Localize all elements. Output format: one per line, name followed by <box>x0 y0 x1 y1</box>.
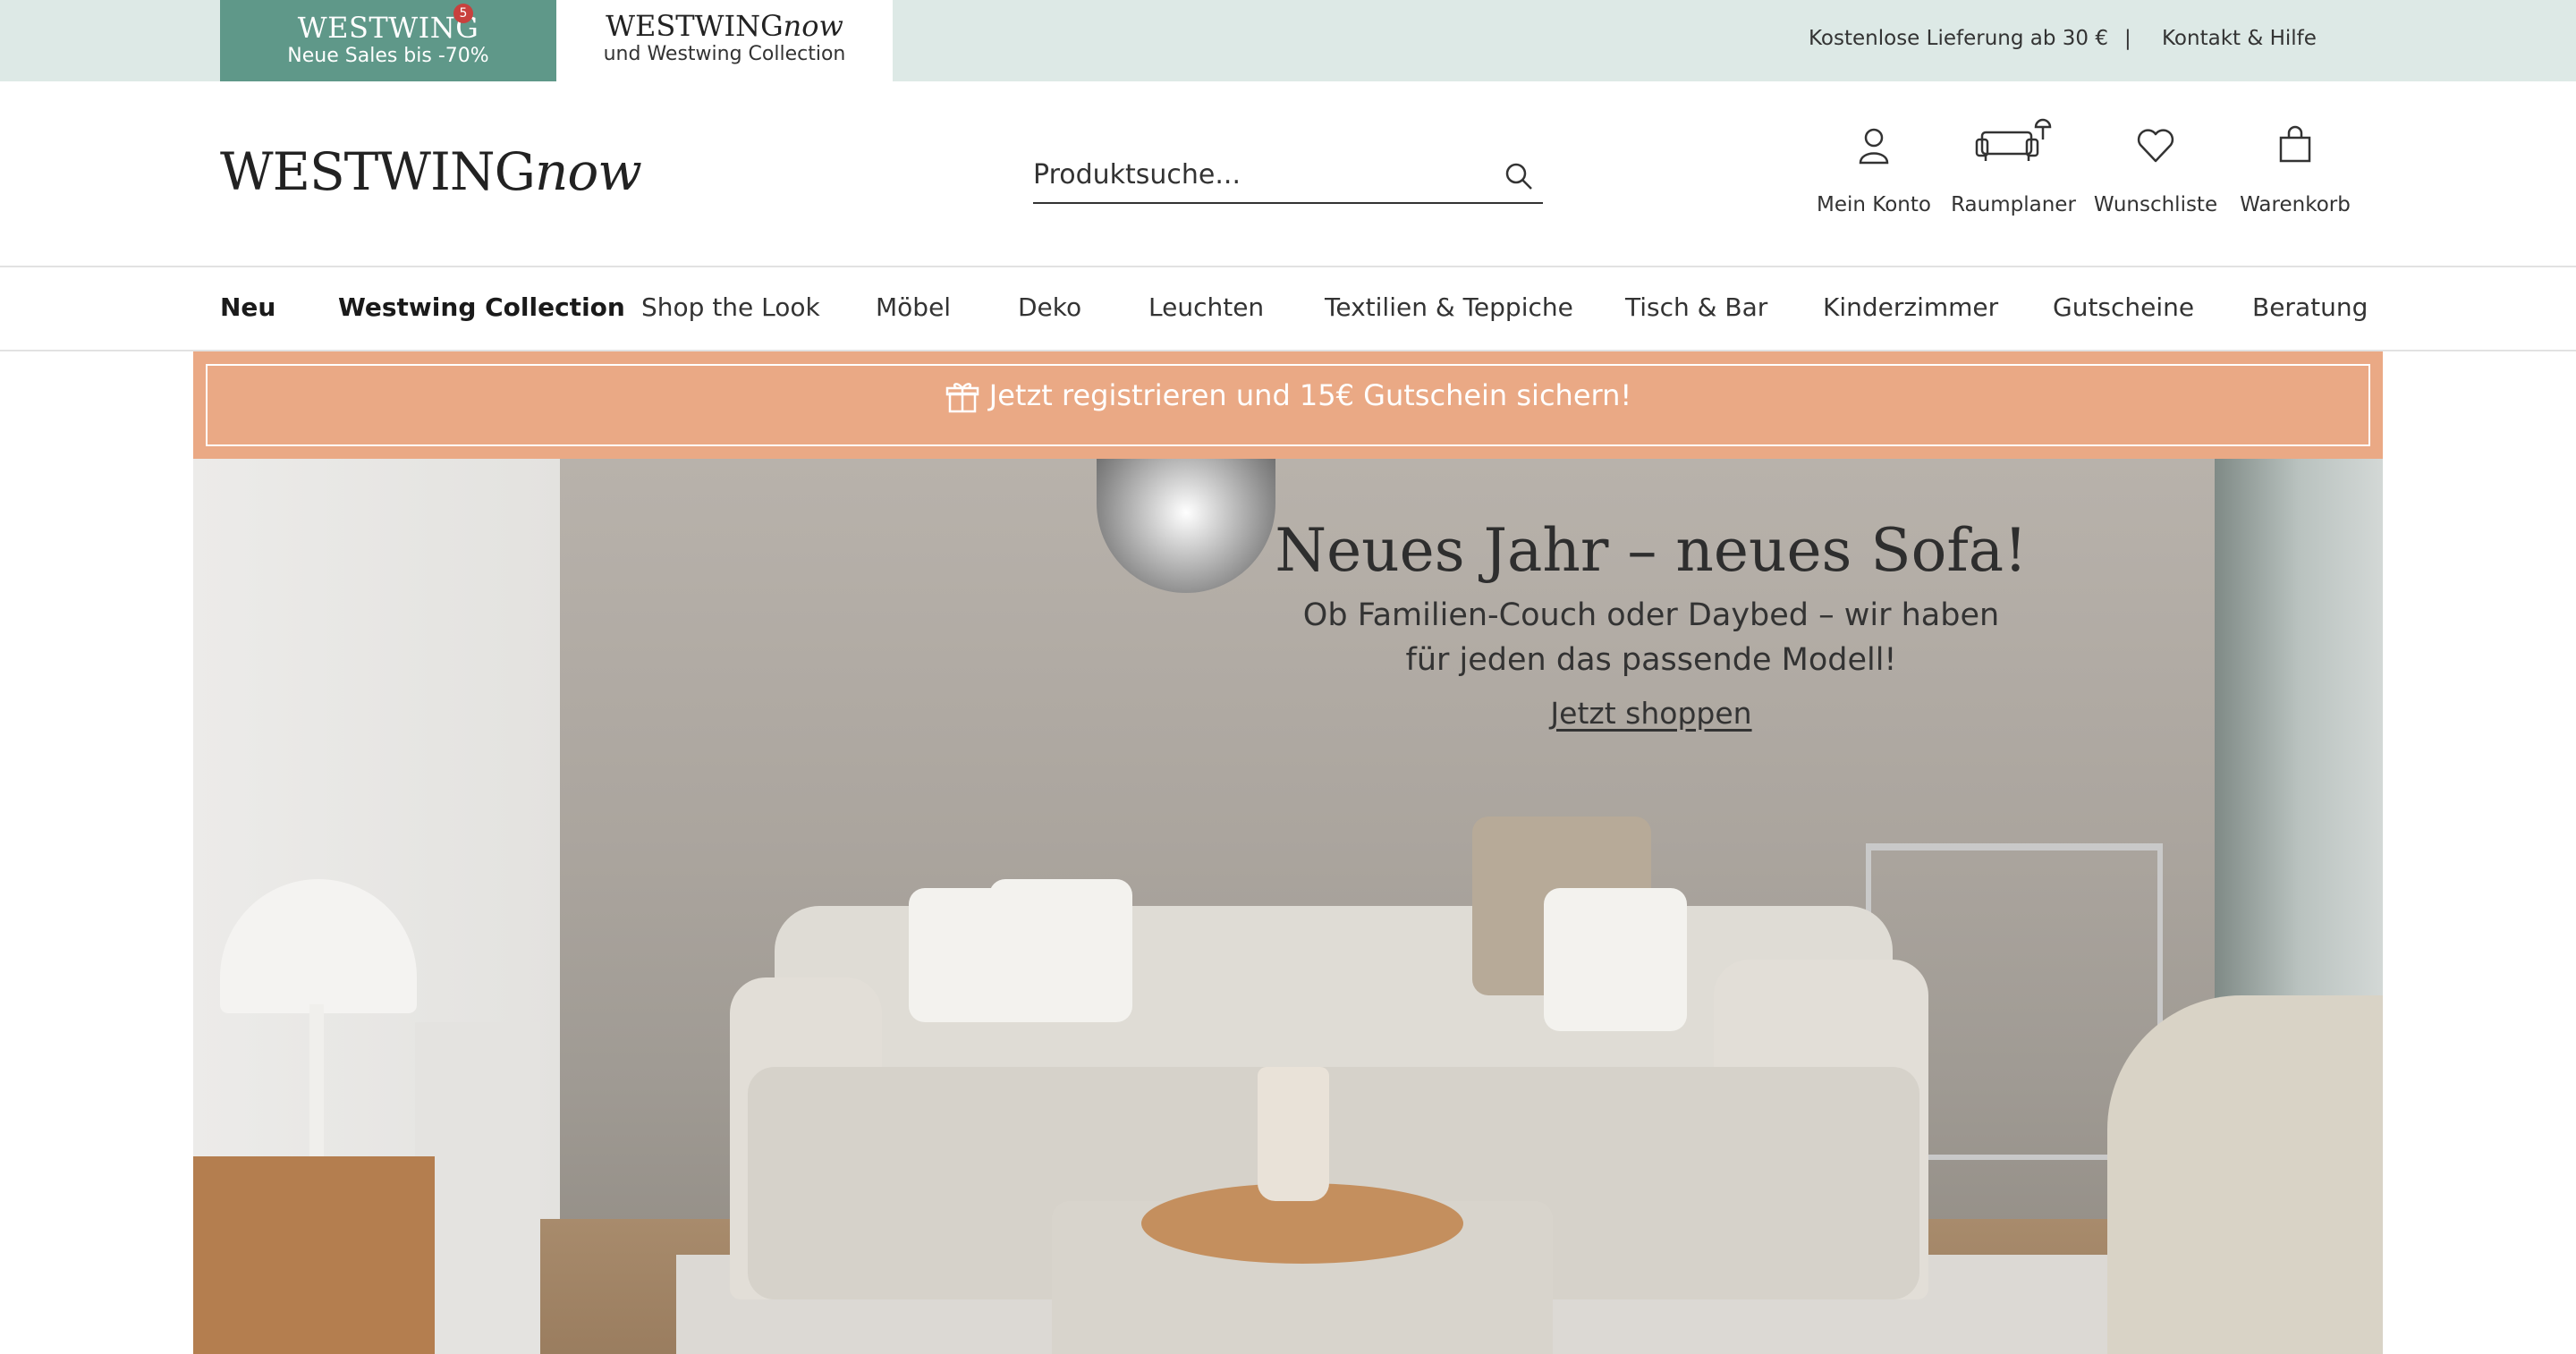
tab-westwing-now[interactable]: WESTWINGnow und Westwing Collection <box>556 0 893 81</box>
nav-item-leuchten[interactable]: Leuchten <box>1148 292 1264 322</box>
search-box <box>1033 152 1543 204</box>
hero-banner[interactable]: Neues Jahr – neues Sofa! Ob Familien-Cou… <box>193 459 2383 1354</box>
sofa-planner-icon <box>1975 118 2052 161</box>
now-tab-label: und Westwing Collection <box>603 43 846 65</box>
bag-icon <box>2279 125 2311 163</box>
nav-item-westwing-collection[interactable]: Westwing Collection <box>338 292 625 322</box>
wishlist-button[interactable]: Wunschliste <box>2089 123 2223 222</box>
account-button[interactable]: Mein Konto <box>1807 123 1941 222</box>
promo-banner[interactable]: Jetzt registrieren und 15€ Gutschein sic… <box>193 351 2383 459</box>
shop-now-link[interactable]: Jetzt shoppen <box>1550 696 1751 731</box>
contact-help-link[interactable]: Kontakt & Hilfe <box>2162 27 2317 50</box>
nav-item-kinderzimmer[interactable]: Kinderzimmer <box>1823 292 1998 322</box>
user-icon <box>1859 128 1889 165</box>
pillow <box>989 879 1132 1022</box>
now-logo-italic: now <box>783 9 843 43</box>
nav-item-shop-the-look[interactable]: Shop the Look <box>641 292 820 322</box>
cart-label: Warenkorb <box>2240 193 2351 216</box>
nav-item-deko[interactable]: Deko <box>1018 292 1081 322</box>
main-navigation: Neu Westwing Collection Shop the Look Mö… <box>0 267 2576 350</box>
westwing-sales-logo: WESTWING <box>297 11 479 45</box>
logo-main-text: WESTWING <box>220 141 536 202</box>
nav-item-gutscheine[interactable]: Gutscheine <box>2053 292 2194 322</box>
search-icon[interactable] <box>1504 161 1534 191</box>
wooden-bench <box>193 1156 435 1354</box>
top-bar: WESTWING 5 Neue Sales bis -70% WESTWINGn… <box>0 0 2576 81</box>
search-input[interactable] <box>1033 152 1480 197</box>
hero-cta: Jetzt shoppen <box>1204 696 2098 731</box>
topbar-separator: | <box>2124 27 2131 50</box>
vase <box>1258 1067 1329 1201</box>
hero-subtitle-line1: Ob Familien-Couch oder Daybed – wir habe… <box>1302 597 2000 633</box>
hero-subtitle-line2: für jeden das passende Modell! <box>1405 642 1897 678</box>
sales-count-badge: 5 <box>453 4 473 23</box>
heart-icon <box>2137 129 2174 163</box>
armchair <box>2107 995 2383 1354</box>
cart-button[interactable]: Warenkorb <box>2228 123 2362 222</box>
now-logo-main: WESTWING <box>606 9 784 43</box>
nav-item-textilien-teppiche[interactable]: Textilien & Teppiche <box>1325 292 1573 322</box>
room-planner-button[interactable]: Raumplaner <box>1946 118 2080 222</box>
pillow <box>1544 888 1687 1031</box>
nav-item-moebel[interactable]: Möbel <box>876 292 951 322</box>
promo-text: Jetzt registrieren und 15€ Gutschein sic… <box>988 378 1632 412</box>
nav-item-tisch-bar[interactable]: Tisch & Bar <box>1625 292 1767 322</box>
sales-tab-label: Neue Sales bis -70% <box>287 45 489 67</box>
logo-italic-text: now <box>534 141 642 202</box>
nav-item-neu[interactable]: Neu <box>220 292 275 322</box>
hero-subtitle: Ob Familien-Couch oder Daybed – wir habe… <box>1204 593 2098 682</box>
westwing-now-logo: WESTWINGnow <box>556 9 893 43</box>
gift-icon <box>945 383 979 413</box>
tab-westwing-sales[interactable]: WESTWING 5 Neue Sales bis -70% <box>220 0 556 81</box>
hero-title: Neues Jahr – neues Sofa! <box>1275 516 2028 585</box>
westwing-now-main-logo[interactable]: WESTWINGnow <box>220 141 642 202</box>
nav-item-beratung[interactable]: Beratung <box>2252 292 2368 322</box>
promo-content: Jetzt registrieren und 15€ Gutschein sic… <box>193 378 2383 415</box>
free-shipping-text: Kostenlose Lieferung ab 30 € <box>1809 27 2108 50</box>
